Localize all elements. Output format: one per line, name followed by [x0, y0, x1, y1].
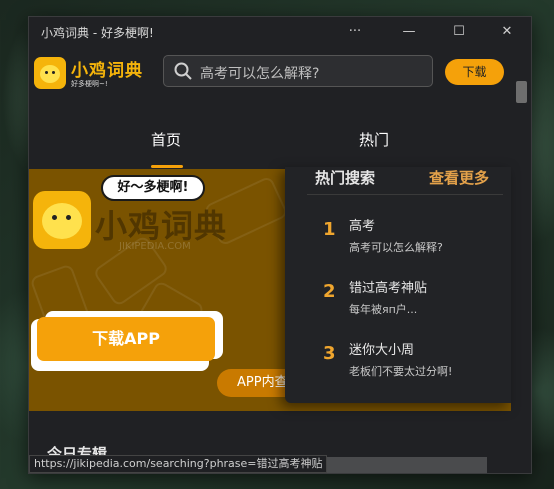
status-bar-url: https://jikipedia.com/searching?phrase=错… [29, 455, 327, 473]
chick-eye [52, 215, 57, 220]
minimize-button[interactable]: — [389, 17, 429, 47]
download-button[interactable]: 下载 [445, 59, 504, 85]
rank-number: 2 [323, 281, 336, 302]
hot-word[interactable]: 迷你大小周 [349, 339, 414, 358]
scrollbar-thumb[interactable] [516, 81, 527, 103]
chick-face [40, 65, 60, 83]
rank-number: 1 [323, 219, 336, 240]
active-tab-indicator [151, 165, 183, 168]
app-header: 小鸡词典 好多梗啊~! 高考可以怎么解释? 下载 [29, 47, 511, 99]
banner-site: JIKIPEDIA.COM [119, 241, 191, 252]
tab-home[interactable]: 首页 [151, 129, 181, 150]
chick-eye [45, 71, 48, 74]
app-window: 小鸡词典 - 好多梗啊! ··· — ☐ ✕ 小鸡词典 好多梗啊~! 高考可以怎… [28, 16, 532, 474]
search-icon [174, 62, 192, 80]
maximize-button[interactable]: ☐ [439, 17, 479, 47]
title-bar: 小鸡词典 - 好多梗啊! ··· — ☐ ✕ [29, 17, 531, 47]
view-more-link[interactable]: 查看更多 [429, 167, 489, 188]
hot-desc: 高考可以怎么解释? [349, 241, 443, 254]
download-app-button[interactable]: 下载APP [37, 317, 215, 361]
search-placeholder: 高考可以怎么解释? [200, 66, 320, 82]
hot-desc: 每年被яп户... [349, 303, 418, 316]
hot-search-item[interactable]: 1 高考 高考可以怎么解释? [307, 211, 497, 261]
scrollbar[interactable] [511, 47, 531, 473]
chick-eye [52, 71, 55, 74]
nav-tabs: 首页 热门 [29, 99, 511, 170]
rank-number: 3 [323, 343, 336, 364]
hot-search-dropdown: 热门搜索 查看更多 1 高考 高考可以怎么解释? 2 错过高考神贴 每年被яп户… [285, 167, 511, 403]
search-input[interactable]: 高考可以怎么解释? [163, 55, 433, 87]
hot-desc: 老板们不要太过分啊! [349, 365, 453, 378]
chick-eye [66, 215, 71, 220]
divider [307, 194, 503, 195]
hot-word[interactable]: 高考 [349, 215, 375, 234]
close-button[interactable]: ✕ [487, 17, 527, 47]
hot-search-item[interactable]: 2 错过高考神贴 每年被яп户... [307, 273, 497, 323]
chick-mascot-icon [33, 191, 91, 249]
chick-logo-icon[interactable] [34, 57, 66, 89]
speech-bubble: 好～多梗啊! [101, 175, 205, 201]
chick-face [42, 203, 82, 239]
more-options-button[interactable]: ··· [335, 17, 375, 47]
status-bar-fill [327, 457, 487, 473]
brand-tagline: 好多梗啊~! [71, 80, 108, 88]
hot-search-title: 热门搜索 [315, 169, 376, 187]
hot-word[interactable]: 错过高考神贴 [349, 277, 427, 296]
brand-name[interactable]: 小鸡词典 [71, 56, 143, 81]
tab-hot[interactable]: 热门 [359, 129, 389, 150]
hot-search-item[interactable]: 3 迷你大小周 老板们不要太过分啊! [307, 335, 497, 385]
window-title: 小鸡词典 - 好多梗啊! [41, 26, 154, 40]
